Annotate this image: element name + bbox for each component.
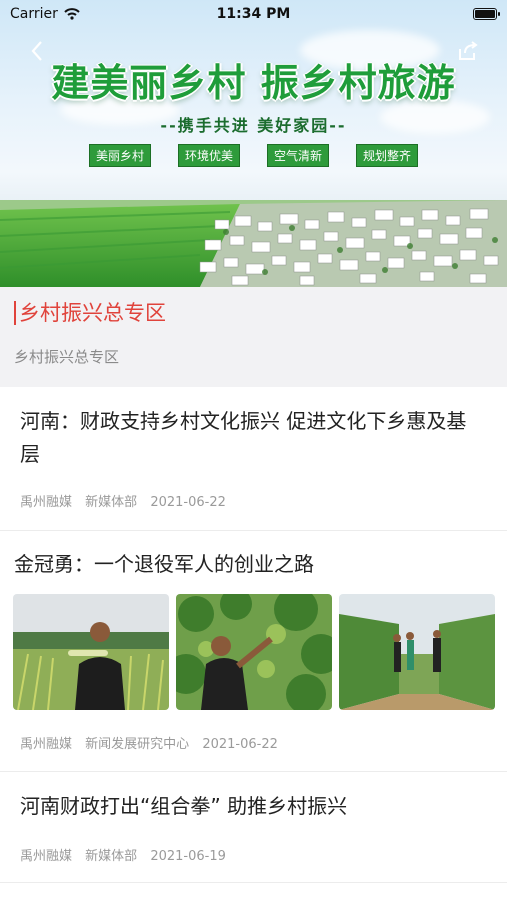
news-source: 禹州融媒 (20, 849, 73, 864)
status-time: 11:34 PM (216, 6, 291, 22)
news-date: 2021-06-22 (202, 737, 278, 752)
battery-icon (473, 8, 500, 20)
section-title: 乡村振兴总专区 (14, 301, 166, 325)
banner-tag: 环境优美 (177, 144, 240, 167)
banner-tags: 美丽乡村 环境优美 空气清新 规划整齐 (0, 144, 507, 167)
news-meta: 禹州融媒 新媒体部 2021-06-19 (20, 845, 235, 864)
news-department: 新媒体部 (85, 495, 138, 510)
news-department: 新媒体部 (85, 849, 138, 864)
news-title: 河南：财政支持乡村文化振兴 促进文化下乡惠及基层 (20, 409, 467, 466)
news-department: 新闻发展研究中心 (85, 737, 190, 752)
top-banner: 建美丽乡村 振乡村旅游 --携手共进 美好家园-- 美丽乡村 环境优美 空气清新… (0, 0, 507, 287)
farm-field-photo (339, 594, 495, 710)
section-subtitle: 乡村振兴总专区 (14, 348, 120, 366)
news-title: 金冠勇：一个退役军人的创业之路 (14, 552, 314, 576)
status-bar: Carrier 11:34 PM (0, 0, 507, 28)
back-button[interactable] (30, 40, 46, 62)
news-source: 禹州融媒 (20, 737, 73, 752)
banner-tag: 美丽乡村 (88, 144, 151, 167)
village-landscape-image (0, 200, 507, 287)
news-thumbnail[interactable] (13, 594, 169, 710)
banner-tag: 规划整齐 (356, 144, 419, 167)
news-item[interactable]: 河南：财政支持乡村文化振兴 促进文化下乡惠及基层 禹州融媒 新媒体部 2021-… (0, 387, 507, 531)
news-title: 河南财政打出“组合拳” 助推乡村振兴 (20, 794, 348, 818)
chevron-left-icon (31, 41, 42, 61)
news-thumbnail[interactable] (339, 594, 495, 710)
share-icon (459, 41, 478, 60)
farmer-photo (13, 594, 169, 710)
share-button[interactable] (457, 40, 479, 62)
news-source: 禹州融媒 (20, 495, 73, 510)
vineyard-photo (176, 594, 332, 710)
news-date: 2021-06-19 (150, 849, 226, 864)
news-item[interactable]: 河南财政打出“组合拳” 助推乡村振兴 禹州融媒 新媒体部 2021-06-19 (0, 772, 507, 883)
news-meta: 禹州融媒 新媒体部 2021-06-22 (20, 491, 235, 510)
banner-title: 建美丽乡村 振乡村旅游 (51, 61, 456, 105)
banner-tag: 空气清新 (267, 144, 330, 167)
news-thumbnail[interactable] (176, 594, 332, 710)
news-meta: 禹州融媒 新闻发展研究中心 2021-06-22 (20, 733, 287, 752)
banner-subtitle: --携手共进 美好家园-- (160, 116, 347, 135)
section-header: 乡村振兴总专区 乡村振兴总专区 (0, 287, 507, 387)
news-date: 2021-06-22 (150, 495, 226, 510)
